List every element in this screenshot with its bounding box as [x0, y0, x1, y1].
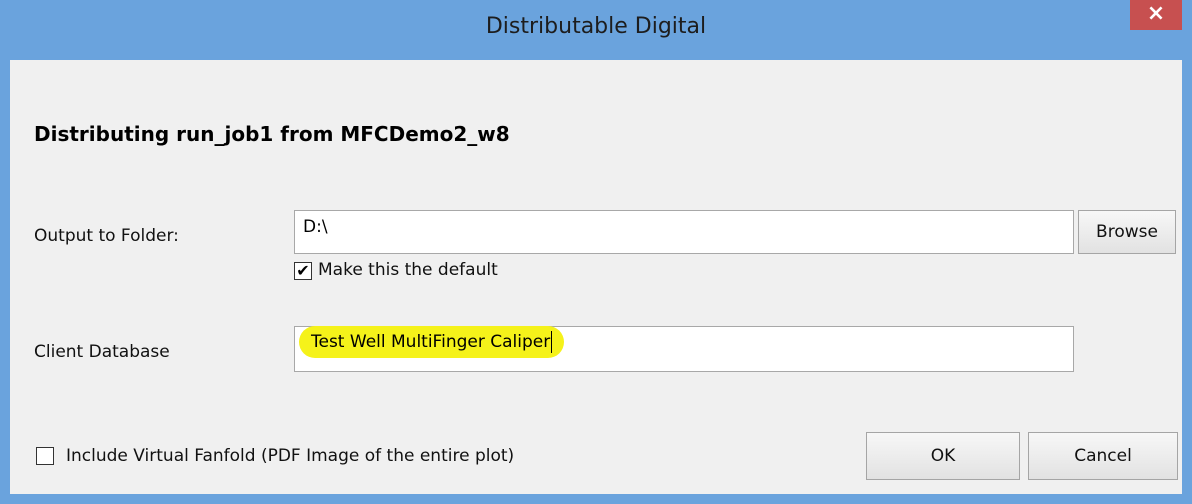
text-highlight: Test Well MultiFinger Caliper — [299, 326, 565, 358]
client-database-label: Client Database — [34, 342, 170, 362]
dialog-window: Distributable Digital × Distributing run… — [0, 0, 1192, 504]
client-database-input[interactable]: Test Well MultiFinger Caliper — [294, 326, 1074, 372]
output-folder-input[interactable]: D:\ — [294, 210, 1074, 254]
browse-button[interactable]: Browse — [1078, 210, 1176, 254]
close-button[interactable]: × — [1130, 0, 1182, 30]
output-folder-label: Output to Folder: — [34, 226, 179, 246]
checkmark-icon: ✔ — [296, 261, 310, 280]
ok-button[interactable]: OK — [866, 432, 1020, 480]
client-database-value: Test Well MultiFinger Caliper — [311, 332, 551, 352]
virtual-fanfold-checkbox[interactable] — [36, 447, 54, 465]
text-caret — [551, 331, 553, 353]
cancel-button[interactable]: Cancel — [1028, 432, 1178, 480]
make-default-label[interactable]: Make this the default — [318, 260, 498, 280]
close-icon: × — [1146, 1, 1166, 26]
virtual-fanfold-label[interactable]: Include Virtual Fanfold (PDF Image of th… — [66, 446, 514, 466]
window-title: Distributable Digital — [485, 14, 707, 39]
dialog-heading: Distributing run_job1 from MFCDemo2_w8 — [34, 122, 510, 146]
title-bar[interactable]: Distributable Digital × — [0, 0, 1192, 60]
make-default-checkbox[interactable]: ✔ — [294, 262, 312, 280]
